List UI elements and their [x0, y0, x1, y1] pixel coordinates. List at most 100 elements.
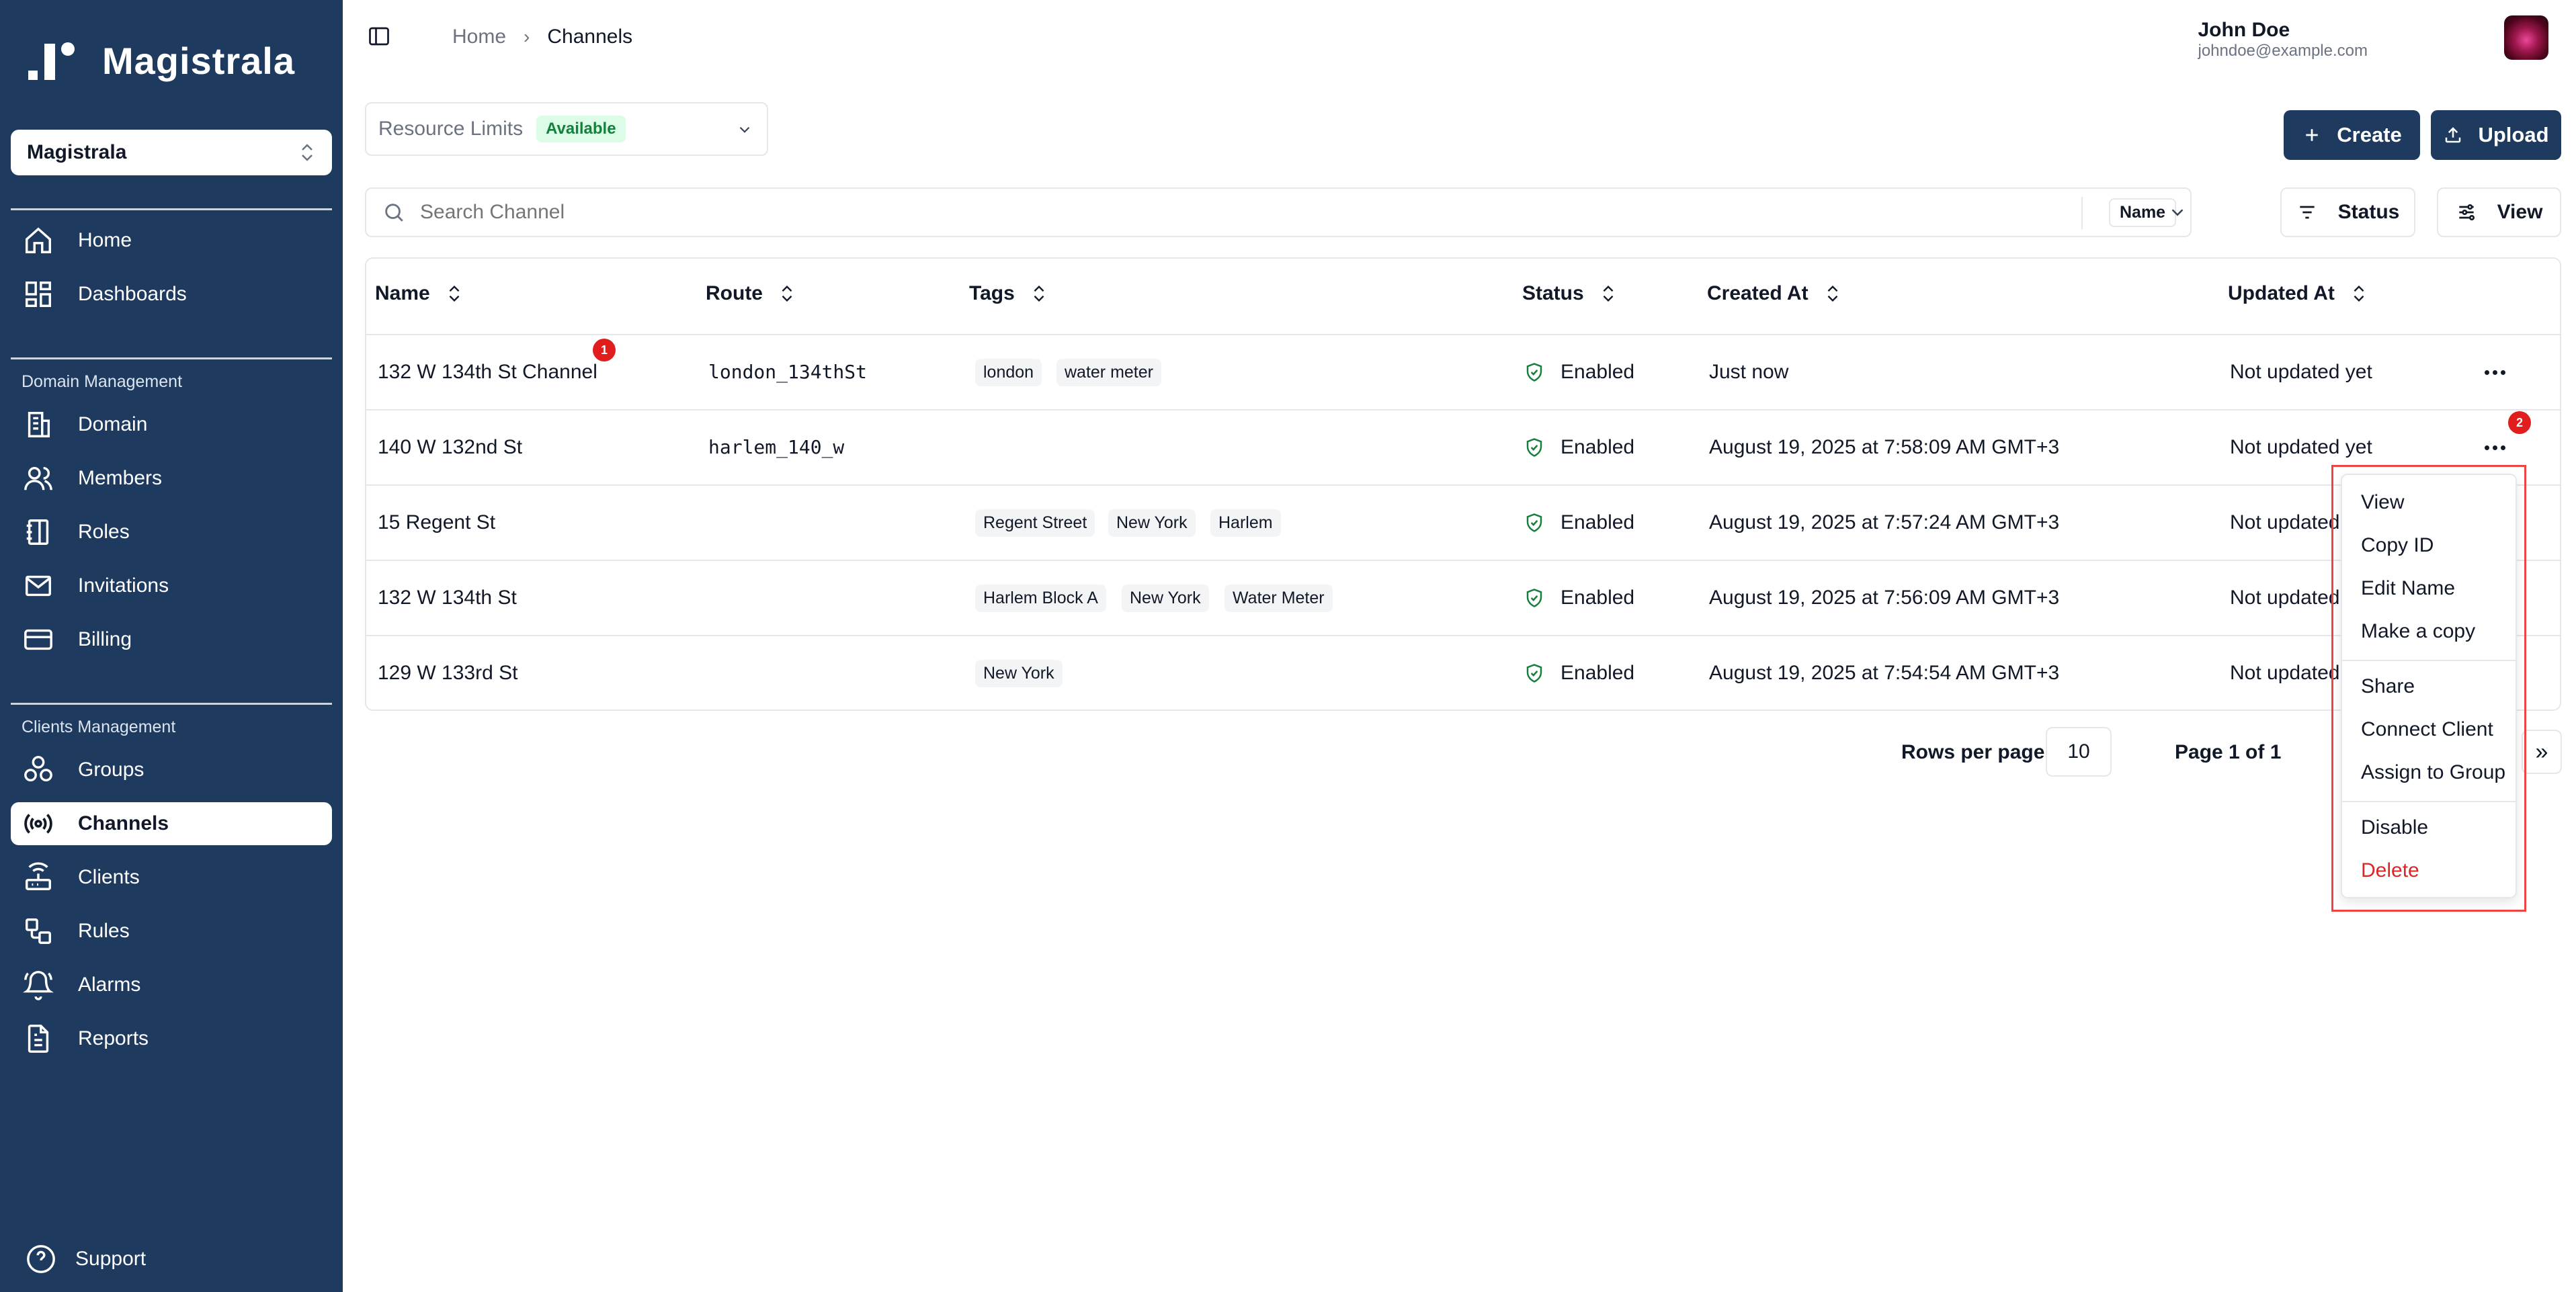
status-text: Enabled: [1561, 511, 1635, 533]
sidebar-item-domain[interactable]: Domain: [11, 403, 332, 446]
support-link[interactable]: Support: [16, 1238, 337, 1281]
tag: Regent Street: [975, 509, 1095, 537]
annotation-badge: 2: [2508, 411, 2531, 434]
groups-icon: [24, 756, 52, 782]
credit-card-icon: [24, 629, 52, 650]
created-at: August 19, 2025 at 7:56:09 AM GMT+3: [1709, 587, 2060, 609]
avatar[interactable]: [2504, 15, 2548, 60]
breadcrumb-home[interactable]: Home: [452, 26, 506, 48]
user-info[interactable]: John Doe johndoe@example.com: [2198, 19, 2368, 60]
sidebar-item-groups[interactable]: Groups: [11, 748, 332, 791]
user-email: johndoe@example.com: [2198, 42, 2368, 60]
sidebar-item-dashboards[interactable]: Dashboards: [11, 273, 332, 316]
app-name: Magistrala: [102, 40, 295, 82]
column-header-status[interactable]: Status: [1522, 282, 1616, 305]
sidebar-item-home[interactable]: Home: [11, 219, 332, 262]
search-input[interactable]: [420, 201, 1899, 224]
section-label-domain-management: Domain Management: [22, 372, 183, 391]
tag: New York: [1108, 509, 1196, 537]
status-cell: Enabled: [1524, 511, 1634, 534]
status-cell: Enabled: [1524, 361, 1634, 384]
create-button[interactable]: Create: [2284, 110, 2420, 160]
sidebar-item-reports[interactable]: Reports: [11, 1017, 332, 1060]
sidebar-item-label: Groups: [78, 759, 144, 781]
sidebar: Magistrala Magistrala Home Dashboards Do…: [0, 0, 343, 1292]
column-header-label: Updated At: [2228, 282, 2335, 304]
column-header-route[interactable]: Route: [706, 282, 795, 305]
domain-switcher-label: Magistrala: [27, 141, 127, 163]
search-field-select[interactable]: Name: [2109, 198, 2177, 227]
updated-at: Not updated: [2230, 511, 2340, 533]
help-circle-icon: [27, 1245, 55, 1273]
row-divider: [366, 560, 2560, 561]
sidebar-item-label: Clients: [78, 866, 140, 888]
search-bar: Name: [365, 187, 2192, 237]
sidebar-item-roles[interactable]: Roles: [11, 511, 332, 554]
sort-icon: [1034, 286, 1044, 302]
created-at: August 19, 2025 at 7:54:54 AM GMT+3: [1709, 662, 2060, 684]
updated-at: Not updated yet: [2230, 436, 2372, 458]
status-cell: Enabled: [1524, 662, 1634, 685]
channel-name[interactable]: 140 W 132nd St: [378, 436, 522, 459]
support-label: Support: [75, 1248, 147, 1270]
search-icon: [385, 204, 403, 222]
broadcast-icon: [24, 814, 52, 834]
row-actions-button[interactable]: [2485, 443, 2507, 451]
column-header-label: Created At: [1707, 282, 1809, 304]
annotation-badge: 1: [593, 339, 616, 361]
channel-name[interactable]: 132 W 134th St: [378, 587, 517, 609]
column-header-created-at[interactable]: Created At: [1707, 282, 1841, 305]
user-name: John Doe: [2198, 19, 2290, 41]
sidebar-item-members[interactable]: Members: [11, 457, 332, 500]
channel-name[interactable]: 132 W 134th St Channel: [378, 361, 597, 384]
workflow-icon: [26, 918, 51, 944]
shield-check-icon: [1526, 513, 1542, 532]
notebook-icon: [26, 519, 49, 545]
rows-per-page-select[interactable]: 10: [2046, 727, 2112, 777]
chevron-down-icon[interactable]: [2167, 202, 2188, 222]
status-text: Enabled: [1561, 436, 1635, 458]
channel-route: london_134thSt: [708, 361, 868, 383]
tag: london: [975, 359, 1042, 386]
domain-switcher[interactable]: Magistrala: [11, 130, 332, 175]
sidebar-item-label: Channels: [78, 812, 169, 834]
view-options-button[interactable]: View: [2437, 187, 2561, 237]
column-header-label: Tags: [969, 282, 1015, 304]
sidebar-toggle-icon[interactable]: [367, 24, 391, 48]
status-filter-button[interactable]: Status: [2280, 187, 2415, 237]
upload-label: Upload: [2478, 123, 2549, 146]
tag: Harlem Block A: [975, 585, 1106, 612]
search-divider: [2081, 197, 2083, 229]
sort-icon: [2354, 286, 2364, 302]
create-label: Create: [2337, 123, 2402, 146]
channel-name[interactable]: 15 Regent St: [378, 511, 495, 534]
upload-button[interactable]: Upload: [2431, 110, 2561, 160]
column-header-label: Route: [706, 282, 763, 304]
sidebar-item-alarms[interactable]: Alarms: [11, 963, 332, 1006]
sidebar-item-channels[interactable]: Channels: [11, 802, 332, 845]
sort-icon: [782, 286, 792, 302]
page-indicator: Page 1 of 1: [2175, 741, 2282, 763]
sidebar-item-clients[interactable]: Clients: [11, 856, 332, 899]
last-page-button[interactable]: »: [2522, 730, 2562, 774]
column-header-updated-at[interactable]: Updated At: [2228, 282, 2367, 305]
column-header-name[interactable]: Name: [375, 282, 462, 305]
resource-limits-select[interactable]: Resource Limits Available: [365, 102, 768, 156]
sidebar-item-billing[interactable]: Billing: [11, 618, 332, 661]
dashboard-icon: [26, 282, 51, 307]
app-logo[interactable]: Magistrala: [26, 39, 295, 83]
created-at: August 19, 2025 at 7:57:24 AM GMT+3: [1709, 511, 2060, 533]
rows-per-page-label: Rows per page: [1901, 741, 2045, 763]
status-filter-label: Status: [2337, 201, 2400, 223]
sidebar-item-label: Billing: [78, 628, 132, 650]
sidebar-item-invitations[interactable]: Invitations: [11, 564, 332, 607]
updated-at: Not updated yet: [2230, 361, 2372, 383]
sidebar-item-rules[interactable]: Rules: [11, 910, 332, 953]
sidebar-item-label: Rules: [78, 920, 130, 942]
column-header-tags[interactable]: Tags: [969, 282, 1047, 305]
channel-name[interactable]: 129 W 133rd St: [378, 662, 517, 685]
created-at: August 19, 2025 at 7:58:09 AM GMT+3: [1709, 436, 2060, 458]
tag: New York: [975, 660, 1063, 687]
row-actions-button[interactable]: [2485, 368, 2507, 376]
mail-icon: [26, 575, 51, 597]
